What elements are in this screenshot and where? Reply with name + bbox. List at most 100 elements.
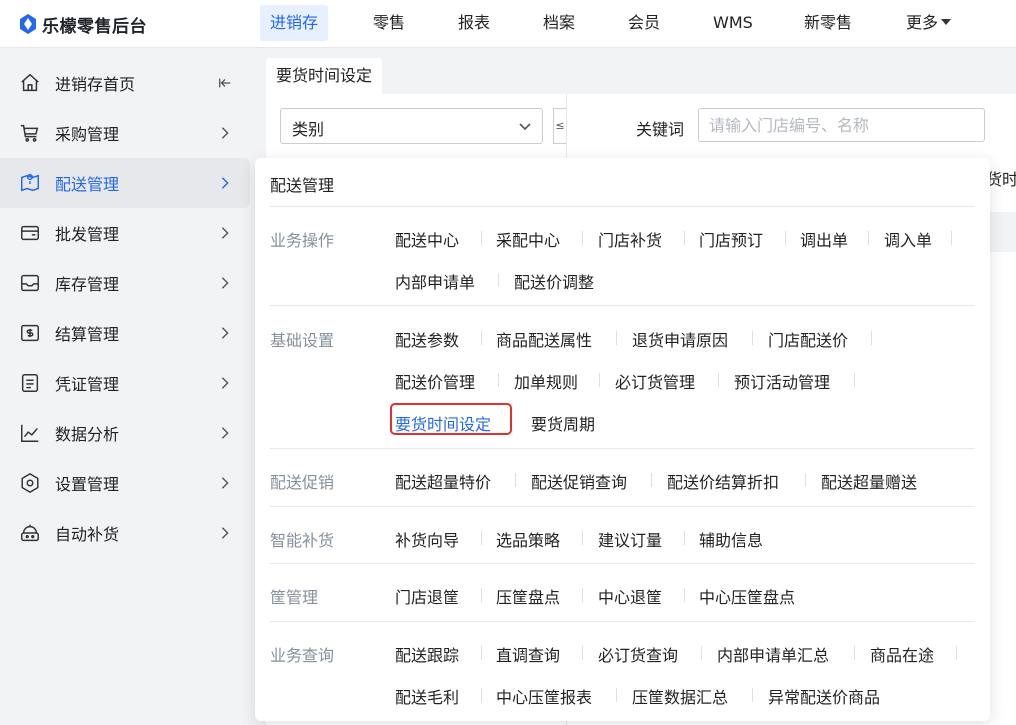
menu-item-purchase-delivery-center[interactable]: 采配中心	[496, 227, 560, 251]
sidebar-item-label: 凭证管理	[55, 375, 120, 394]
menu-item-return-reason[interactable]: 退货申请原因	[632, 327, 728, 351]
tab-delivery-time-setting[interactable]: 要货时间设定	[266, 58, 383, 94]
menu-item-auxiliary-info[interactable]: 辅助信息	[699, 527, 763, 551]
chevron-right-icon	[218, 225, 234, 241]
menu-item-promotion-query[interactable]: 配送促销查询	[531, 469, 627, 493]
menu-item-excess-special-price[interactable]: 配送超量特价	[395, 469, 491, 493]
menu-item-center-return-basket[interactable]: 中心退筐	[598, 584, 662, 608]
menu-item-price-adjust[interactable]: 配送价调整	[514, 269, 594, 293]
nav-huiyuan[interactable]: 会员	[628, 5, 660, 41]
menu-item-delivery-cycle[interactable]: 要货周期	[531, 411, 595, 435]
app-logo[interactable]: 乐檬零售后台	[18, 11, 147, 37]
section-label-promotion: 配送促销	[270, 473, 335, 492]
menu-item-internal-request-summary[interactable]: 内部申请单汇总	[717, 642, 829, 666]
separator	[481, 646, 482, 660]
sidebar-item-inventory[interactable]: 库存管理	[0, 258, 250, 308]
sidebar-item-voucher[interactable]: 凭证管理	[0, 358, 250, 408]
sidebar-item-label: 库存管理	[55, 275, 120, 294]
menu-item-store-preorder[interactable]: 门店预订	[699, 227, 763, 251]
separator	[805, 473, 806, 487]
menu-item-price-management[interactable]: 配送价管理	[395, 369, 475, 393]
robot-icon	[18, 521, 42, 545]
menu-item-delivery-params[interactable]: 配送参数	[395, 327, 459, 351]
menu-item-settlement-discount[interactable]: 配送价结算折扣	[667, 469, 779, 493]
sidebar-item-analysis[interactable]: 数据分析	[0, 408, 250, 458]
menu-item-store-return-basket[interactable]: 门店退筐	[395, 584, 459, 608]
menu-item-goods-in-transit[interactable]: 商品在途	[870, 642, 934, 666]
menu-item-internal-request[interactable]: 内部申请单	[395, 269, 475, 293]
chevron-down-icon	[519, 123, 531, 131]
sidebar-item-settlement[interactable]: 结算管理	[0, 308, 250, 358]
menu-item-store-delivery-price[interactable]: 门店配送价	[768, 327, 848, 351]
chevron-right-icon	[218, 475, 234, 491]
menu-item-required-goods-query[interactable]: 必订货查询	[598, 642, 678, 666]
separator	[481, 588, 482, 602]
menu-item-selection-strategy[interactable]: 选品策略	[496, 527, 560, 551]
menu-item-basket-data-summary[interactable]: 压筐数据汇总	[632, 684, 728, 708]
sidebar-item-autorestock[interactable]: 自动补货	[0, 508, 250, 558]
separator	[854, 646, 855, 660]
nav-dangan[interactable]: 档案	[543, 5, 575, 41]
sidebar-item-purchase[interactable]: 采购管理	[0, 108, 250, 158]
separator	[582, 231, 583, 245]
separator	[481, 231, 482, 245]
mega-menu-title: 配送管理	[270, 176, 335, 195]
panel-split-handle[interactable]: ≤	[553, 108, 567, 144]
separator	[701, 646, 702, 660]
separator	[868, 231, 869, 245]
menu-item-delivery-center[interactable]: 配送中心	[395, 227, 459, 251]
separator	[752, 331, 753, 345]
sidebar-item-wholesale[interactable]: 批发管理	[0, 208, 250, 258]
menu-item-delivery-gross-profit[interactable]: 配送毛利	[395, 684, 459, 708]
menu-item-product-delivery-attr[interactable]: 商品配送属性	[496, 327, 592, 351]
nav-jinxiaocun[interactable]: 进销存	[260, 5, 329, 41]
separator	[616, 331, 617, 345]
category-select-value: 类别	[292, 120, 325, 139]
sidebar-item-settings[interactable]: 设置管理	[0, 458, 250, 508]
menu-item-required-goods[interactable]: 必订货管理	[615, 369, 695, 393]
menu-item-preorder-activity[interactable]: 预订活动管理	[734, 369, 830, 393]
divider	[270, 448, 975, 449]
nav-baobiao[interactable]: 报表	[458, 5, 490, 41]
divider	[270, 206, 975, 207]
app-title: 乐檬零售后台	[42, 16, 147, 37]
document-icon	[18, 371, 42, 395]
separator	[871, 331, 872, 345]
menu-item-direct-transfer-query[interactable]: 直调查询	[496, 642, 560, 666]
menu-item-store-restock[interactable]: 门店补货	[598, 227, 662, 251]
chevron-right-icon	[218, 525, 234, 541]
sidebar-item-home[interactable]: 进销存首页	[0, 58, 250, 108]
menu-item-center-basket-report[interactable]: 中心压筐报表	[496, 684, 592, 708]
chevron-right-icon	[218, 325, 234, 341]
sidebar-item-label: 配送管理	[55, 175, 120, 194]
separator	[684, 588, 685, 602]
menu-item-restock-wizard[interactable]: 补货向导	[395, 527, 459, 551]
separator	[956, 646, 957, 660]
menu-item-excess-gift[interactable]: 配送超量赠送	[821, 469, 917, 493]
nav-wms[interactable]: WMS	[713, 5, 753, 41]
separator	[515, 473, 516, 487]
menu-item-delivery-tracking[interactable]: 配送跟踪	[395, 642, 459, 666]
menu-item-abnormal-price-goods[interactable]: 异常配送价商品	[768, 684, 880, 708]
sidebar: 进销存首页 采购管理 配送管理 批发管理 库存管理 结算管理 凭证管理 数据分析…	[0, 48, 256, 725]
sidebar-item-label: 数据分析	[55, 425, 120, 444]
category-select[interactable]: 类别	[280, 108, 543, 144]
collapse-sidebar-icon[interactable]	[218, 75, 234, 91]
nav-lingshou[interactable]: 零售	[373, 5, 405, 41]
menu-item-basket-inventory[interactable]: 压筐盘点	[496, 584, 560, 608]
chevron-right-icon	[218, 375, 234, 391]
divider	[270, 506, 975, 507]
sidebar-item-delivery[interactable]: 配送管理	[0, 158, 250, 208]
home-icon	[18, 71, 42, 95]
menu-item-suggested-quantity[interactable]: 建议订量	[598, 527, 662, 551]
keyword-label: 关键词	[636, 120, 685, 139]
keyword-input[interactable]	[698, 108, 985, 142]
menu-item-center-basket-inventory[interactable]: 中心压筐盘点	[699, 584, 795, 608]
section-label-operations: 业务操作	[270, 231, 335, 250]
nav-more[interactable]: 更多	[906, 5, 952, 41]
divider	[270, 563, 975, 564]
menu-item-add-order-rules[interactable]: 加单规则	[514, 369, 578, 393]
menu-item-transfer-in[interactable]: 调入单	[884, 227, 932, 251]
nav-xinlingshou[interactable]: 新零售	[804, 5, 852, 41]
menu-item-transfer-out[interactable]: 调出单	[800, 227, 848, 251]
